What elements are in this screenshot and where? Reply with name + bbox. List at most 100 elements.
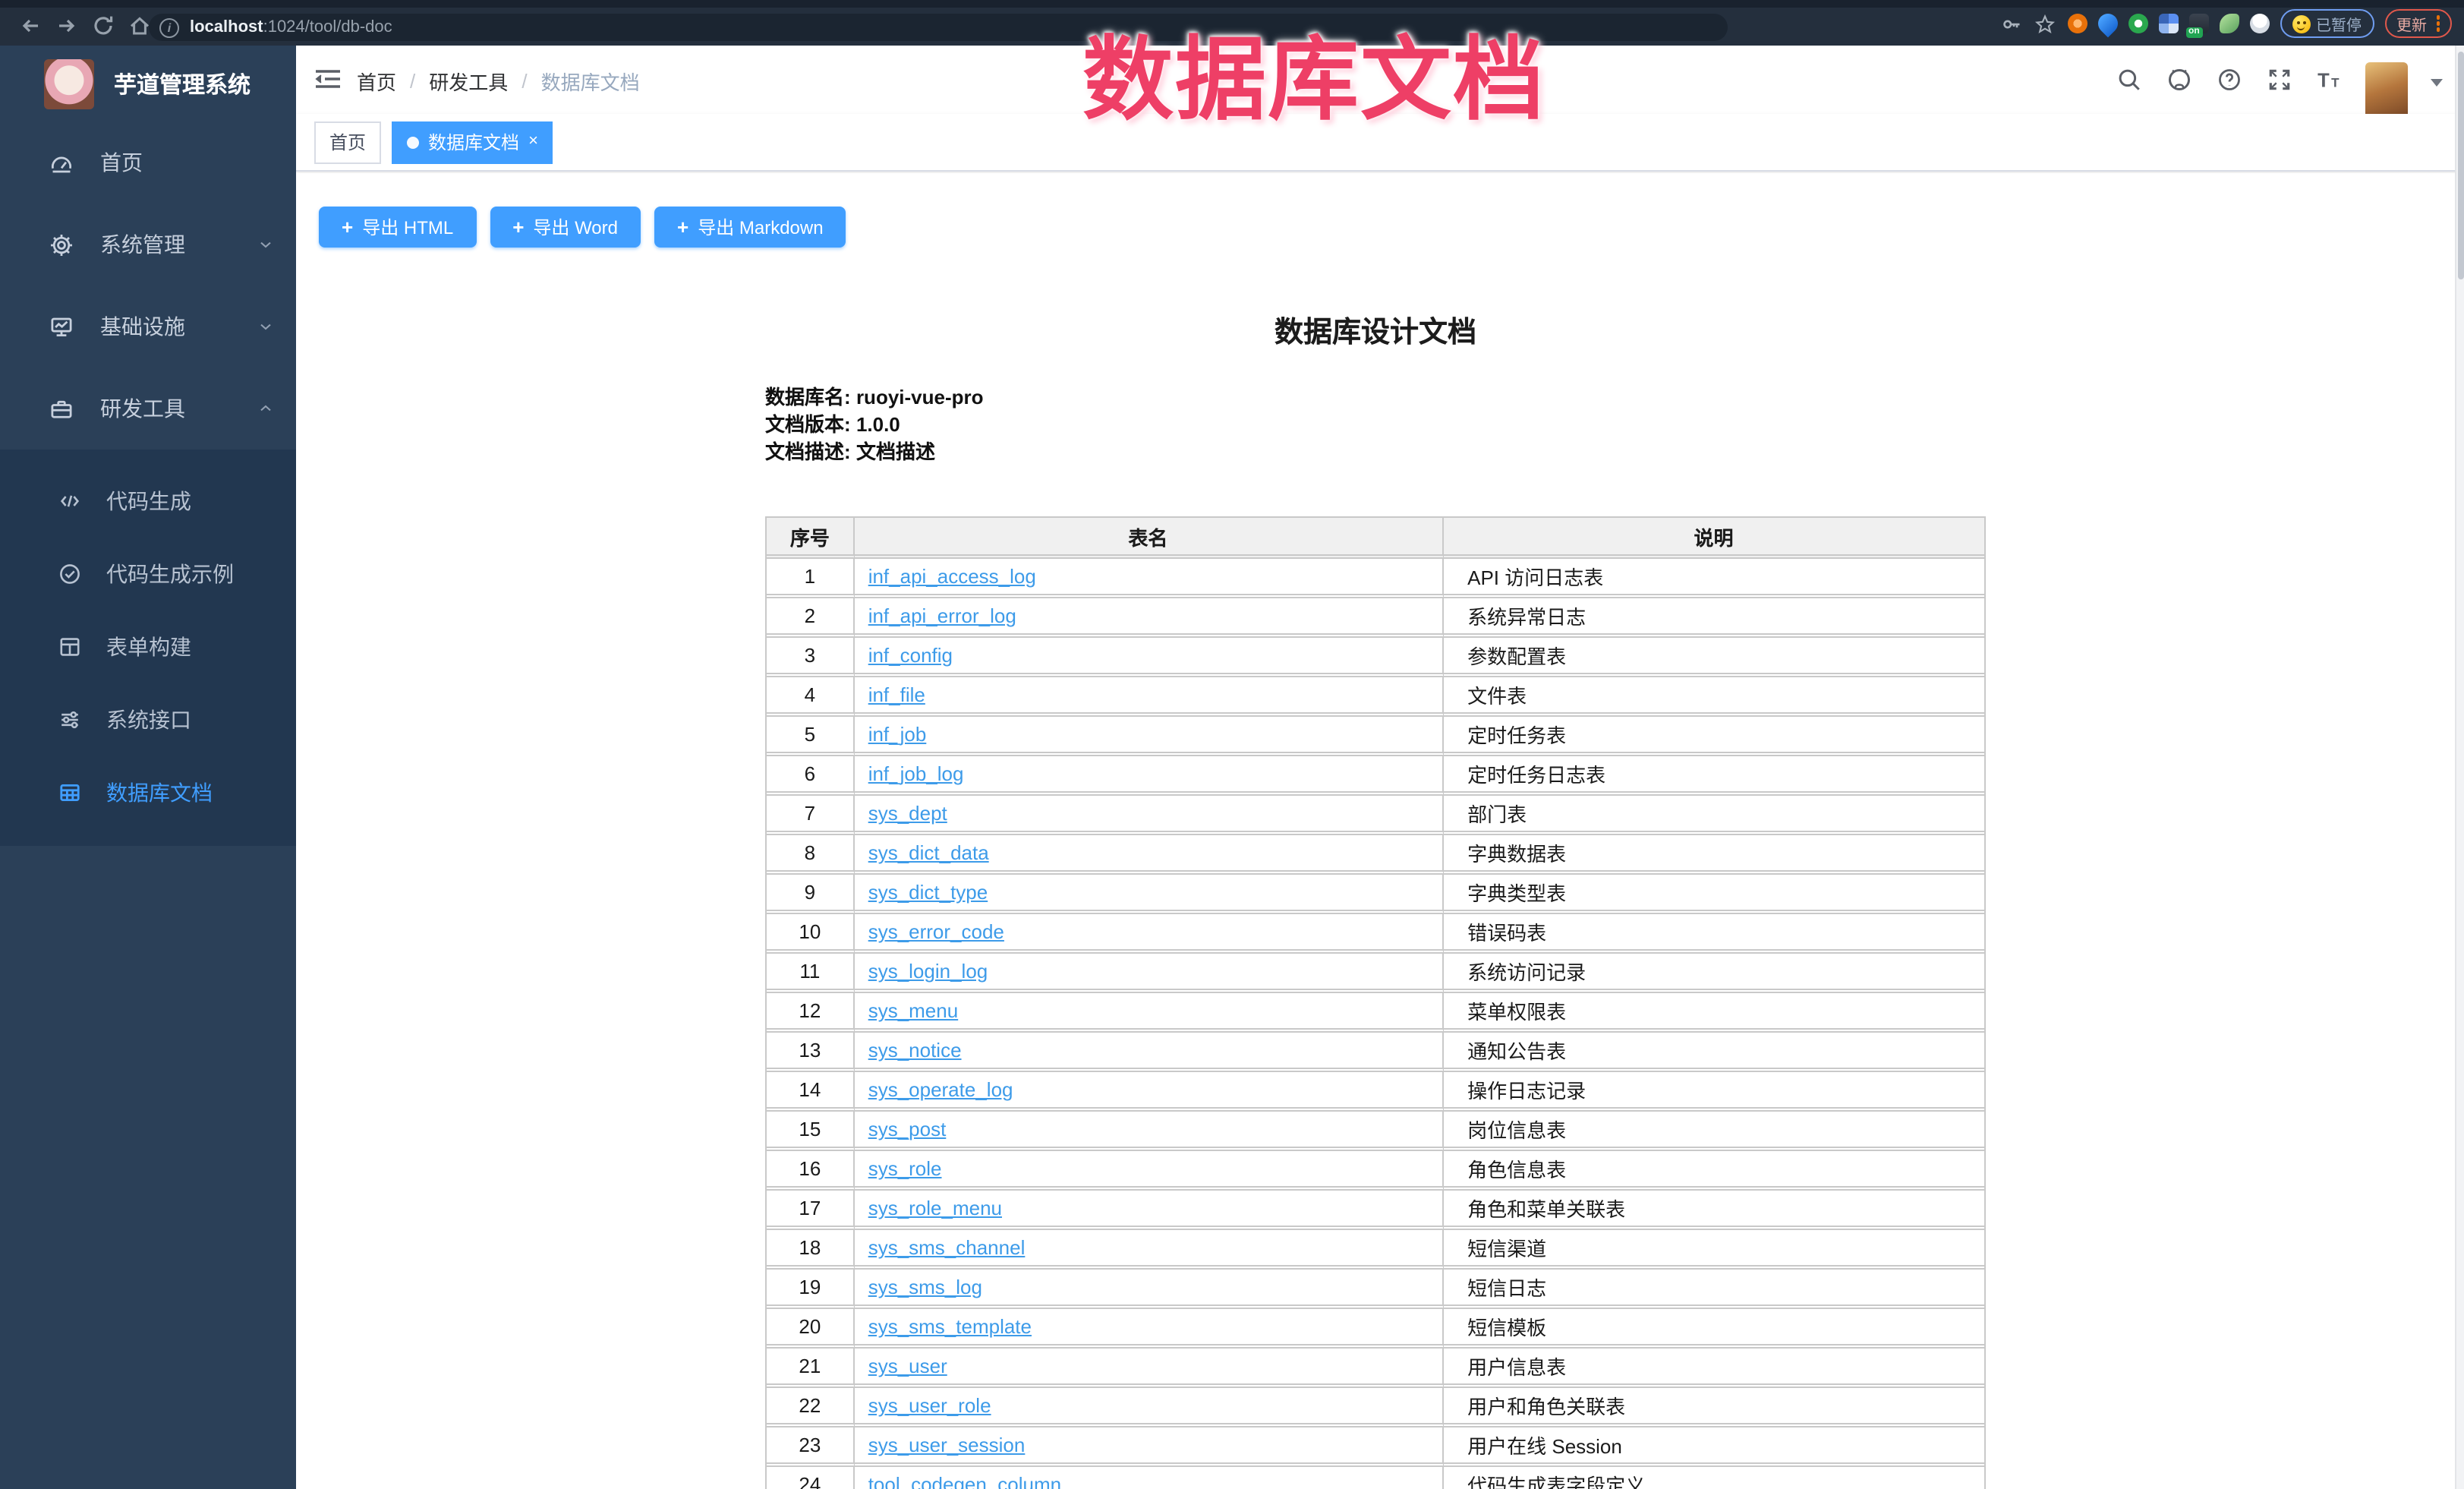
table-row: 13sys_notice通知公告表 (767, 1033, 1984, 1072)
breadcrumb-separator: / (521, 70, 527, 93)
blue-pin-extension-icon[interactable] (2094, 10, 2122, 38)
white-puzzle-extension-icon[interactable] (2249, 14, 2269, 33)
table-name-link[interactable]: sys_user (868, 1355, 947, 1377)
orange-extension-icon[interactable] (2067, 14, 2087, 33)
github-icon[interactable] (2165, 66, 2192, 93)
table-name-link[interactable]: inf_api_access_log (868, 565, 1036, 588)
table-desc-cell: 部门表 (1443, 796, 1984, 835)
table-row: 23 sys_user_session 用户在线 Session (767, 1427, 1984, 1467)
chevron-down-icon (257, 235, 275, 254)
breadcrumb-devtools[interactable]: 研发工具 (429, 67, 508, 96)
paused-profile-badge[interactable]: 已暂停 (2280, 9, 2374, 38)
table-name-link[interactable]: sys_user_role (868, 1394, 991, 1417)
sidebar-item-codegen[interactable]: 代码生成 (0, 465, 296, 538)
sidebar-item-home[interactable]: 首页 (0, 121, 296, 203)
breadcrumb-separator: / (410, 70, 415, 93)
app-header: 首页 / 研发工具 / 数据库文档 TT (296, 46, 2464, 114)
key-icon[interactable] (2000, 12, 2023, 35)
info-icon[interactable]: i (159, 17, 179, 37)
table-name-link[interactable]: sys_dept (868, 802, 947, 825)
table-name-link[interactable]: inf_file (868, 683, 925, 706)
row-index-cell: 23 (767, 1427, 855, 1467)
font-size-icon[interactable]: TT (2315, 66, 2343, 93)
green-leaf-extension-icon[interactable] (2219, 14, 2239, 33)
export-word-button[interactable]: + 导出 Word (490, 207, 641, 248)
svg-text:T: T (2317, 71, 2329, 92)
table-name-cell: sys_user_session (855, 1427, 1443, 1467)
forward-icon[interactable] (55, 14, 79, 38)
row-index-cell: 20 (767, 1309, 855, 1349)
button-label: 导出 HTML (362, 214, 453, 240)
table-name-link[interactable]: sys_operate_log (868, 1078, 1013, 1101)
row-index-cell: 1 (767, 559, 855, 598)
tab-label: 首页 (329, 129, 366, 155)
svg-text:T: T (2330, 76, 2339, 90)
button-label: 导出 Word (533, 214, 618, 240)
search-icon[interactable] (2115, 66, 2142, 93)
help-icon[interactable] (2215, 66, 2242, 93)
row-index-cell: 18 (767, 1230, 855, 1270)
avatar[interactable] (2365, 62, 2408, 122)
table-name-link[interactable]: sys_sms_template (868, 1315, 1032, 1338)
browser-menu-dots-icon[interactable] (2436, 16, 2440, 32)
table-name-link[interactable]: sys_role (868, 1157, 942, 1180)
plus-icon: + (512, 216, 524, 238)
table-name-link[interactable]: tool_codegen_column (868, 1473, 1061, 1489)
sidebar-item-system[interactable]: 系统管理 (0, 203, 296, 285)
table-name-link[interactable]: sys_post (868, 1118, 947, 1140)
table-name-link[interactable]: sys_error_code (868, 920, 1004, 943)
table-name-link[interactable]: sys_user_session (868, 1434, 1026, 1456)
table-row: 21sys_user用户信息表 (767, 1349, 1984, 1388)
table-name-link[interactable]: sys_sms_channel (868, 1236, 1026, 1259)
sidebar-item-label: 代码生成 (106, 486, 275, 516)
dashboard-icon (49, 150, 74, 175)
row-index-cell: 15 (767, 1112, 855, 1151)
sidebar-item-form-builder[interactable]: 表单构建 (0, 610, 296, 683)
update-browser-button[interactable]: 更新 (2384, 9, 2452, 38)
table-name-link[interactable]: inf_job_log (868, 762, 964, 785)
export-html-button[interactable]: + 导出 HTML (319, 207, 476, 248)
plus-icon: + (342, 216, 353, 238)
table-name-link[interactable]: sys_notice (868, 1039, 962, 1062)
dark-stack-extension-icon[interactable]: on (2188, 14, 2208, 33)
sidebar-item-db-doc[interactable]: 数据库文档 (0, 756, 296, 829)
app-logo-row[interactable]: 芋道管理系统 (0, 46, 296, 121)
table-name-link[interactable]: inf_job (868, 723, 927, 746)
table-row: 2inf_api_error_log系统异常日志 (767, 598, 1984, 638)
sidebar-item-label: 首页 (100, 147, 275, 178)
table-name-link[interactable]: sys_dict_type (868, 881, 988, 904)
back-icon[interactable] (18, 14, 43, 38)
sidebar-item-devtools[interactable]: 研发工具 (0, 368, 296, 450)
green-check-extension-icon[interactable] (2128, 14, 2147, 33)
table-desc-cell: 用户在线 Session (1443, 1427, 1984, 1467)
table-name-link[interactable]: sys_dict_data (868, 841, 989, 864)
sidebar-item-infra[interactable]: 基础设施 (0, 285, 296, 368)
tab-db-doc[interactable]: 数据库文档 × (392, 121, 553, 163)
table-row: 22sys_user_role用户和角色关联表 (767, 1388, 1984, 1427)
table-desc-cell: 错误码表 (1443, 914, 1984, 954)
blue-grid-extension-icon[interactable] (2158, 14, 2178, 33)
breadcrumb-home[interactable]: 首页 (357, 67, 396, 96)
table-desc-cell: 角色信息表 (1443, 1151, 1984, 1191)
address-bar[interactable]: i localhost:1024/tool/db-doc (149, 14, 1728, 41)
bookmark-star-icon[interactable] (2034, 12, 2056, 35)
scrollbar-thumb[interactable] (2457, 52, 2463, 279)
table-name-link[interactable]: inf_api_error_log (868, 604, 1016, 627)
fullscreen-icon[interactable] (2265, 66, 2292, 93)
close-icon[interactable]: × (528, 134, 538, 150)
sidebar-item-api[interactable]: 系统接口 (0, 683, 296, 756)
tab-home[interactable]: 首页 (314, 121, 381, 163)
caret-down-icon[interactable] (2431, 79, 2443, 87)
table-name-link[interactable]: sys_login_log (868, 960, 988, 983)
table-name-link[interactable]: sys_sms_log (868, 1276, 982, 1298)
table-name-link[interactable]: sys_role_menu (868, 1197, 1002, 1219)
table-name-cell: sys_user_role (855, 1388, 1443, 1427)
export-markdown-button[interactable]: +导出 Markdown (654, 207, 846, 248)
export-button-row: + 导出 HTML + 导出 Word +导出 Markdown (319, 207, 2464, 248)
sidebar-item-codegen-demo[interactable]: 代码生成示例 (0, 538, 296, 610)
row-index-cell: 10 (767, 914, 855, 954)
table-name-link[interactable]: inf_config (868, 644, 953, 667)
reload-icon[interactable] (91, 14, 115, 38)
table-name-link[interactable]: sys_menu (868, 999, 959, 1022)
sidebar-collapse-icon[interactable] (314, 67, 342, 91)
